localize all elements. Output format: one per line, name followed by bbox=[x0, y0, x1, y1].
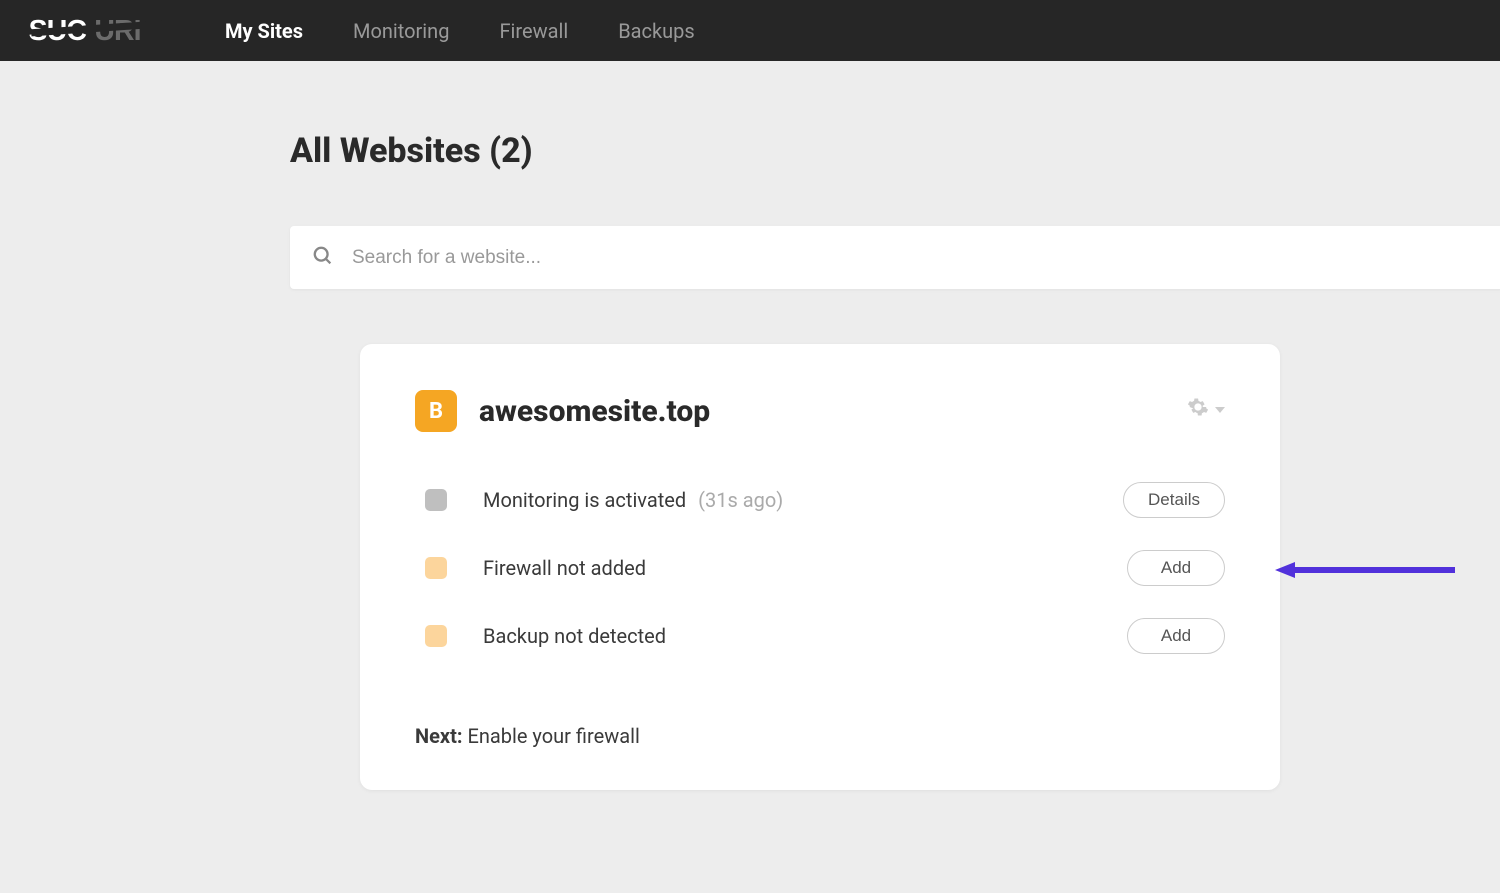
status-icon bbox=[425, 625, 447, 647]
status-rows: Monitoring is activated (31s ago) Detail… bbox=[415, 482, 1225, 654]
top-nav: SUC URI My Sites Monitoring Firewall Bac… bbox=[0, 0, 1500, 61]
main-content: All Websites (2) B awesomesite.top bbox=[0, 61, 1500, 790]
gear-icon bbox=[1187, 396, 1209, 422]
status-text: Firewall not added bbox=[483, 556, 646, 580]
status-icon bbox=[425, 489, 447, 511]
caret-down-icon bbox=[1215, 400, 1225, 419]
details-button[interactable]: Details bbox=[1123, 482, 1225, 518]
nav-items: My Sites Monitoring Firewall Backups bbox=[225, 19, 695, 43]
settings-dropdown[interactable] bbox=[1187, 396, 1225, 422]
nav-my-sites[interactable]: My Sites bbox=[225, 19, 303, 43]
status-meta: (31s ago) bbox=[698, 488, 783, 512]
annotation-arrow bbox=[1275, 560, 1455, 584]
add-backup-button[interactable]: Add bbox=[1127, 618, 1225, 654]
status-row-backup: Backup not detected Add bbox=[415, 618, 1225, 654]
next-section: Next: Enable your firewall bbox=[415, 724, 1225, 748]
nav-firewall[interactable]: Firewall bbox=[499, 19, 568, 43]
next-text: Enable your firewall bbox=[467, 724, 639, 748]
add-firewall-button[interactable]: Add bbox=[1127, 550, 1225, 586]
logo[interactable]: SUC URI bbox=[20, 15, 175, 47]
site-card: B awesomesite.top Monitoring is act bbox=[360, 344, 1280, 790]
status-row-firewall: Firewall not added Add bbox=[415, 550, 1225, 586]
site-header: B awesomesite.top bbox=[415, 390, 1225, 432]
nav-backups[interactable]: Backups bbox=[618, 19, 695, 43]
next-label: Next: bbox=[415, 724, 463, 748]
nav-monitoring[interactable]: Monitoring bbox=[353, 19, 449, 43]
page-title: All Websites (2) bbox=[290, 131, 1500, 171]
status-text: Backup not detected bbox=[483, 624, 666, 648]
search-input[interactable] bbox=[352, 247, 1480, 269]
status-row-monitoring: Monitoring is activated (31s ago) Detail… bbox=[415, 482, 1225, 518]
site-name[interactable]: awesomesite.top bbox=[479, 394, 710, 429]
site-badge: B bbox=[415, 390, 457, 432]
status-text: Monitoring is activated bbox=[483, 488, 686, 512]
search-icon bbox=[312, 245, 334, 271]
status-icon bbox=[425, 557, 447, 579]
search-bar bbox=[290, 226, 1500, 289]
